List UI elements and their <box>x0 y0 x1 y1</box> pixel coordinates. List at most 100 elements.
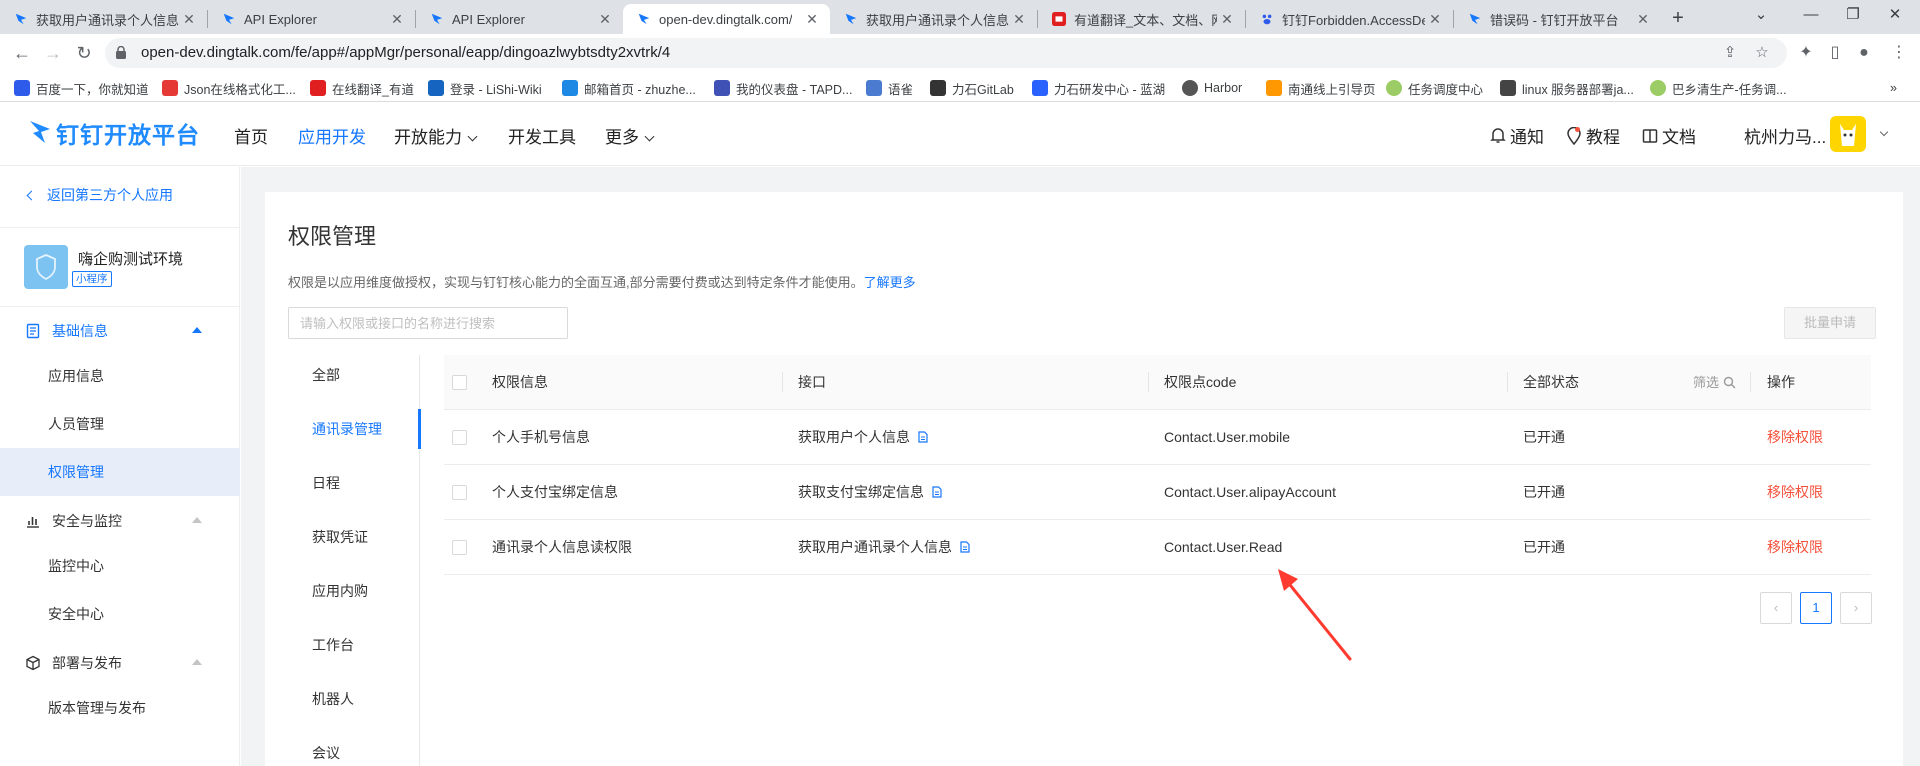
category-item[interactable]: 获取凭证 <box>288 517 420 557</box>
category-item[interactable]: 日程 <box>288 463 420 503</box>
close-icon[interactable]: ✕ <box>389 11 405 27</box>
close-icon[interactable]: ✕ <box>804 11 820 27</box>
column-header: 接口 <box>798 374 826 390</box>
side-panel-icon[interactable]: ▯ <box>1826 44 1844 62</box>
column-header: 权限信息 <box>492 374 548 390</box>
bookmark-item[interactable]: 任务调度中心 <box>1386 78 1483 98</box>
nav-open-capabilities[interactable]: 开放能力 <box>394 123 478 148</box>
permission-search-input[interactable] <box>288 307 568 339</box>
close-icon[interactable]: ✕ <box>1635 11 1651 27</box>
pagination-prev-button[interactable]: ‹ <box>1760 592 1792 624</box>
bookmark-item[interactable]: 我的仪表盘 - TAPD... <box>714 78 852 98</box>
nav-home[interactable]: 首页 <box>234 123 268 148</box>
nav-more[interactable]: 更多 <box>605 123 655 148</box>
window-close-icon[interactable]: ✕ <box>1870 0 1920 30</box>
bookmark-item[interactable]: 在线翻译_有道 <box>310 78 414 98</box>
bookmark-item[interactable]: 力石GitLab <box>930 78 1014 98</box>
nav-app-development[interactable]: 应用开发 <box>298 123 366 148</box>
api-link[interactable]: 获取支付宝绑定信息 <box>798 465 942 520</box>
browser-tab[interactable]: 钉钉Forbidden.AccessDe ✕ <box>1246 4 1453 34</box>
sidebar-item-app-info[interactable]: 应用信息 <box>0 352 240 400</box>
back-to-personal-apps-link[interactable]: 返回第三方个人应用 <box>26 185 173 205</box>
new-tab-button[interactable]: + <box>1661 4 1695 34</box>
bookmark-item[interactable]: 力石研发中心 - 蓝湖 <box>1032 78 1165 98</box>
dingtalk-logo[interactable]: 钉钉开放平台 <box>28 116 200 150</box>
permission-code: Contact.User.Read <box>1164 539 1283 555</box>
row-checkbox[interactable] <box>452 540 467 555</box>
pagination-next-button[interactable]: › <box>1840 592 1872 624</box>
extensions-puzzle-icon[interactable]: ✦ <box>1797 44 1815 62</box>
bookmark-item[interactable]: 登录 - LiShi-Wiki <box>428 78 542 98</box>
status-filter-button[interactable]: 筛选 <box>1693 355 1736 410</box>
docs-button[interactable]: 文档 <box>1642 123 1696 148</box>
bookmark-item[interactable]: 南通线上引导页 <box>1266 78 1376 98</box>
sidebar-item-security-center[interactable]: 安全中心 <box>0 590 240 638</box>
back-arrow-icon[interactable]: ← <box>10 41 34 65</box>
bookmark-item[interactable]: linux 服务器部署ja... <box>1500 78 1634 98</box>
close-icon[interactable]: ✕ <box>597 11 613 27</box>
remove-permission-button[interactable]: 移除权限 <box>1767 465 1823 520</box>
sidebar-group-security-monitoring[interactable]: 安全与监控 <box>0 501 240 541</box>
sidebar-group-basic-info[interactable]: 基础信息 <box>0 311 240 351</box>
profile-icon[interactable]: ● <box>1855 44 1873 62</box>
api-link[interactable]: 获取用户个人信息 <box>798 410 928 465</box>
bookmark-item[interactable]: 语雀 <box>866 78 913 98</box>
close-icon[interactable]: ✕ <box>1219 11 1235 27</box>
sidebar-item-user-management[interactable]: 人员管理 <box>0 400 240 448</box>
close-icon[interactable]: ✕ <box>181 11 197 27</box>
bookmark-item[interactable]: 巴乡清生产-任务调... <box>1650 78 1787 98</box>
row-checkbox[interactable] <box>452 485 467 500</box>
browser-menu-icon[interactable]: ⋮ <box>1890 44 1908 62</box>
batch-apply-button[interactable]: 批量申请 <box>1784 307 1876 339</box>
sidebar-group-deploy-release[interactable]: 部署与发布 <box>0 643 240 683</box>
bookmark-item[interactable]: 百度一下，你就知道 <box>14 78 149 98</box>
category-item[interactable]: 应用内购 <box>288 571 420 611</box>
bookmark-item[interactable]: 邮箱首页 - zhuzhe... <box>562 78 696 98</box>
bookmarks-overflow-button[interactable]: » <box>1890 78 1897 98</box>
left-sidebar: 返回第三方个人应用 嗨企购测试环境 小程序 基础信息 应用信息 人员管理 权限管… <box>0 167 240 766</box>
omnibox[interactable]: open-dev.dingtalk.com/fe/app#/appMgr/per… <box>105 38 1787 68</box>
bookmark-favicon-icon <box>930 80 946 96</box>
sidebar-item-monitoring-center[interactable]: 监控中心 <box>0 542 240 590</box>
learn-more-link[interactable]: 了解更多 <box>864 275 916 290</box>
chevron-down-icon[interactable] <box>1879 127 1889 137</box>
remove-permission-button[interactable]: 移除权限 <box>1767 520 1823 575</box>
close-icon[interactable]: ✕ <box>1011 11 1027 27</box>
category-item[interactable]: 全部 <box>288 355 420 395</box>
org-switcher[interactable]: 杭州力马... <box>1744 123 1826 148</box>
select-all-checkbox[interactable] <box>452 375 467 390</box>
tab-search-icon[interactable]: ⌄ <box>1736 0 1786 30</box>
bookmark-item[interactable]: Harbor <box>1182 78 1242 98</box>
browser-tab[interactable]: API Explorer ✕ <box>416 4 623 34</box>
avatar[interactable] <box>1830 116 1866 152</box>
category-item[interactable]: 会议 <box>288 733 420 766</box>
bookmark-favicon-icon <box>1266 80 1282 96</box>
browser-tab[interactable]: API Explorer ✕ <box>208 4 415 34</box>
table-row: 个人支付宝绑定信息 获取支付宝绑定信息 Contact.User.alipayA… <box>444 465 1871 520</box>
tutorial-button[interactable]: 教程 <box>1566 123 1620 148</box>
reload-icon[interactable]: ↻ <box>72 41 96 65</box>
browser-tab[interactable]: 获取用户通讯录个人信息 - ✕ <box>830 4 1037 34</box>
browser-tab-active[interactable]: open-dev.dingtalk.com/ ✕ <box>623 4 830 34</box>
nav-dev-tools[interactable]: 开发工具 <box>508 123 576 148</box>
app-card: 嗨企购测试环境 小程序 <box>0 227 240 307</box>
bookmark-star-icon[interactable]: ☆ <box>1753 44 1771 62</box>
browser-tab[interactable]: 有道翻译_文本、文档、网 ✕ <box>1038 4 1245 34</box>
dingtalk-favicon-icon <box>431 13 443 25</box>
bookmark-item[interactable]: Json在线格式化工... <box>162 78 296 98</box>
category-item[interactable]: 工作台 <box>288 625 420 665</box>
close-icon[interactable]: ✕ <box>1427 11 1443 27</box>
share-icon[interactable]: ⇪ <box>1721 44 1739 62</box>
pagination-page-1[interactable]: 1 <box>1800 592 1832 624</box>
row-checkbox[interactable] <box>452 430 467 445</box>
category-item-active[interactable]: 通讯录管理 <box>288 409 421 449</box>
browser-tab[interactable]: 错误码 - 钉钉开放平台 ✕ <box>1454 4 1661 34</box>
forward-arrow-icon[interactable]: → <box>41 41 65 65</box>
sidebar-item-permission-management[interactable]: 权限管理 <box>0 448 240 496</box>
category-item[interactable]: 机器人 <box>288 679 420 719</box>
browser-tab[interactable]: 获取用户通讯录个人信息 - ✕ <box>0 4 207 34</box>
notify-button[interactable]: 通知 <box>1490 123 1544 148</box>
api-link[interactable]: 获取用户通讯录个人信息 <box>798 520 970 575</box>
remove-permission-button[interactable]: 移除权限 <box>1767 410 1823 465</box>
sidebar-item-version-release[interactable]: 版本管理与发布 <box>0 684 240 732</box>
